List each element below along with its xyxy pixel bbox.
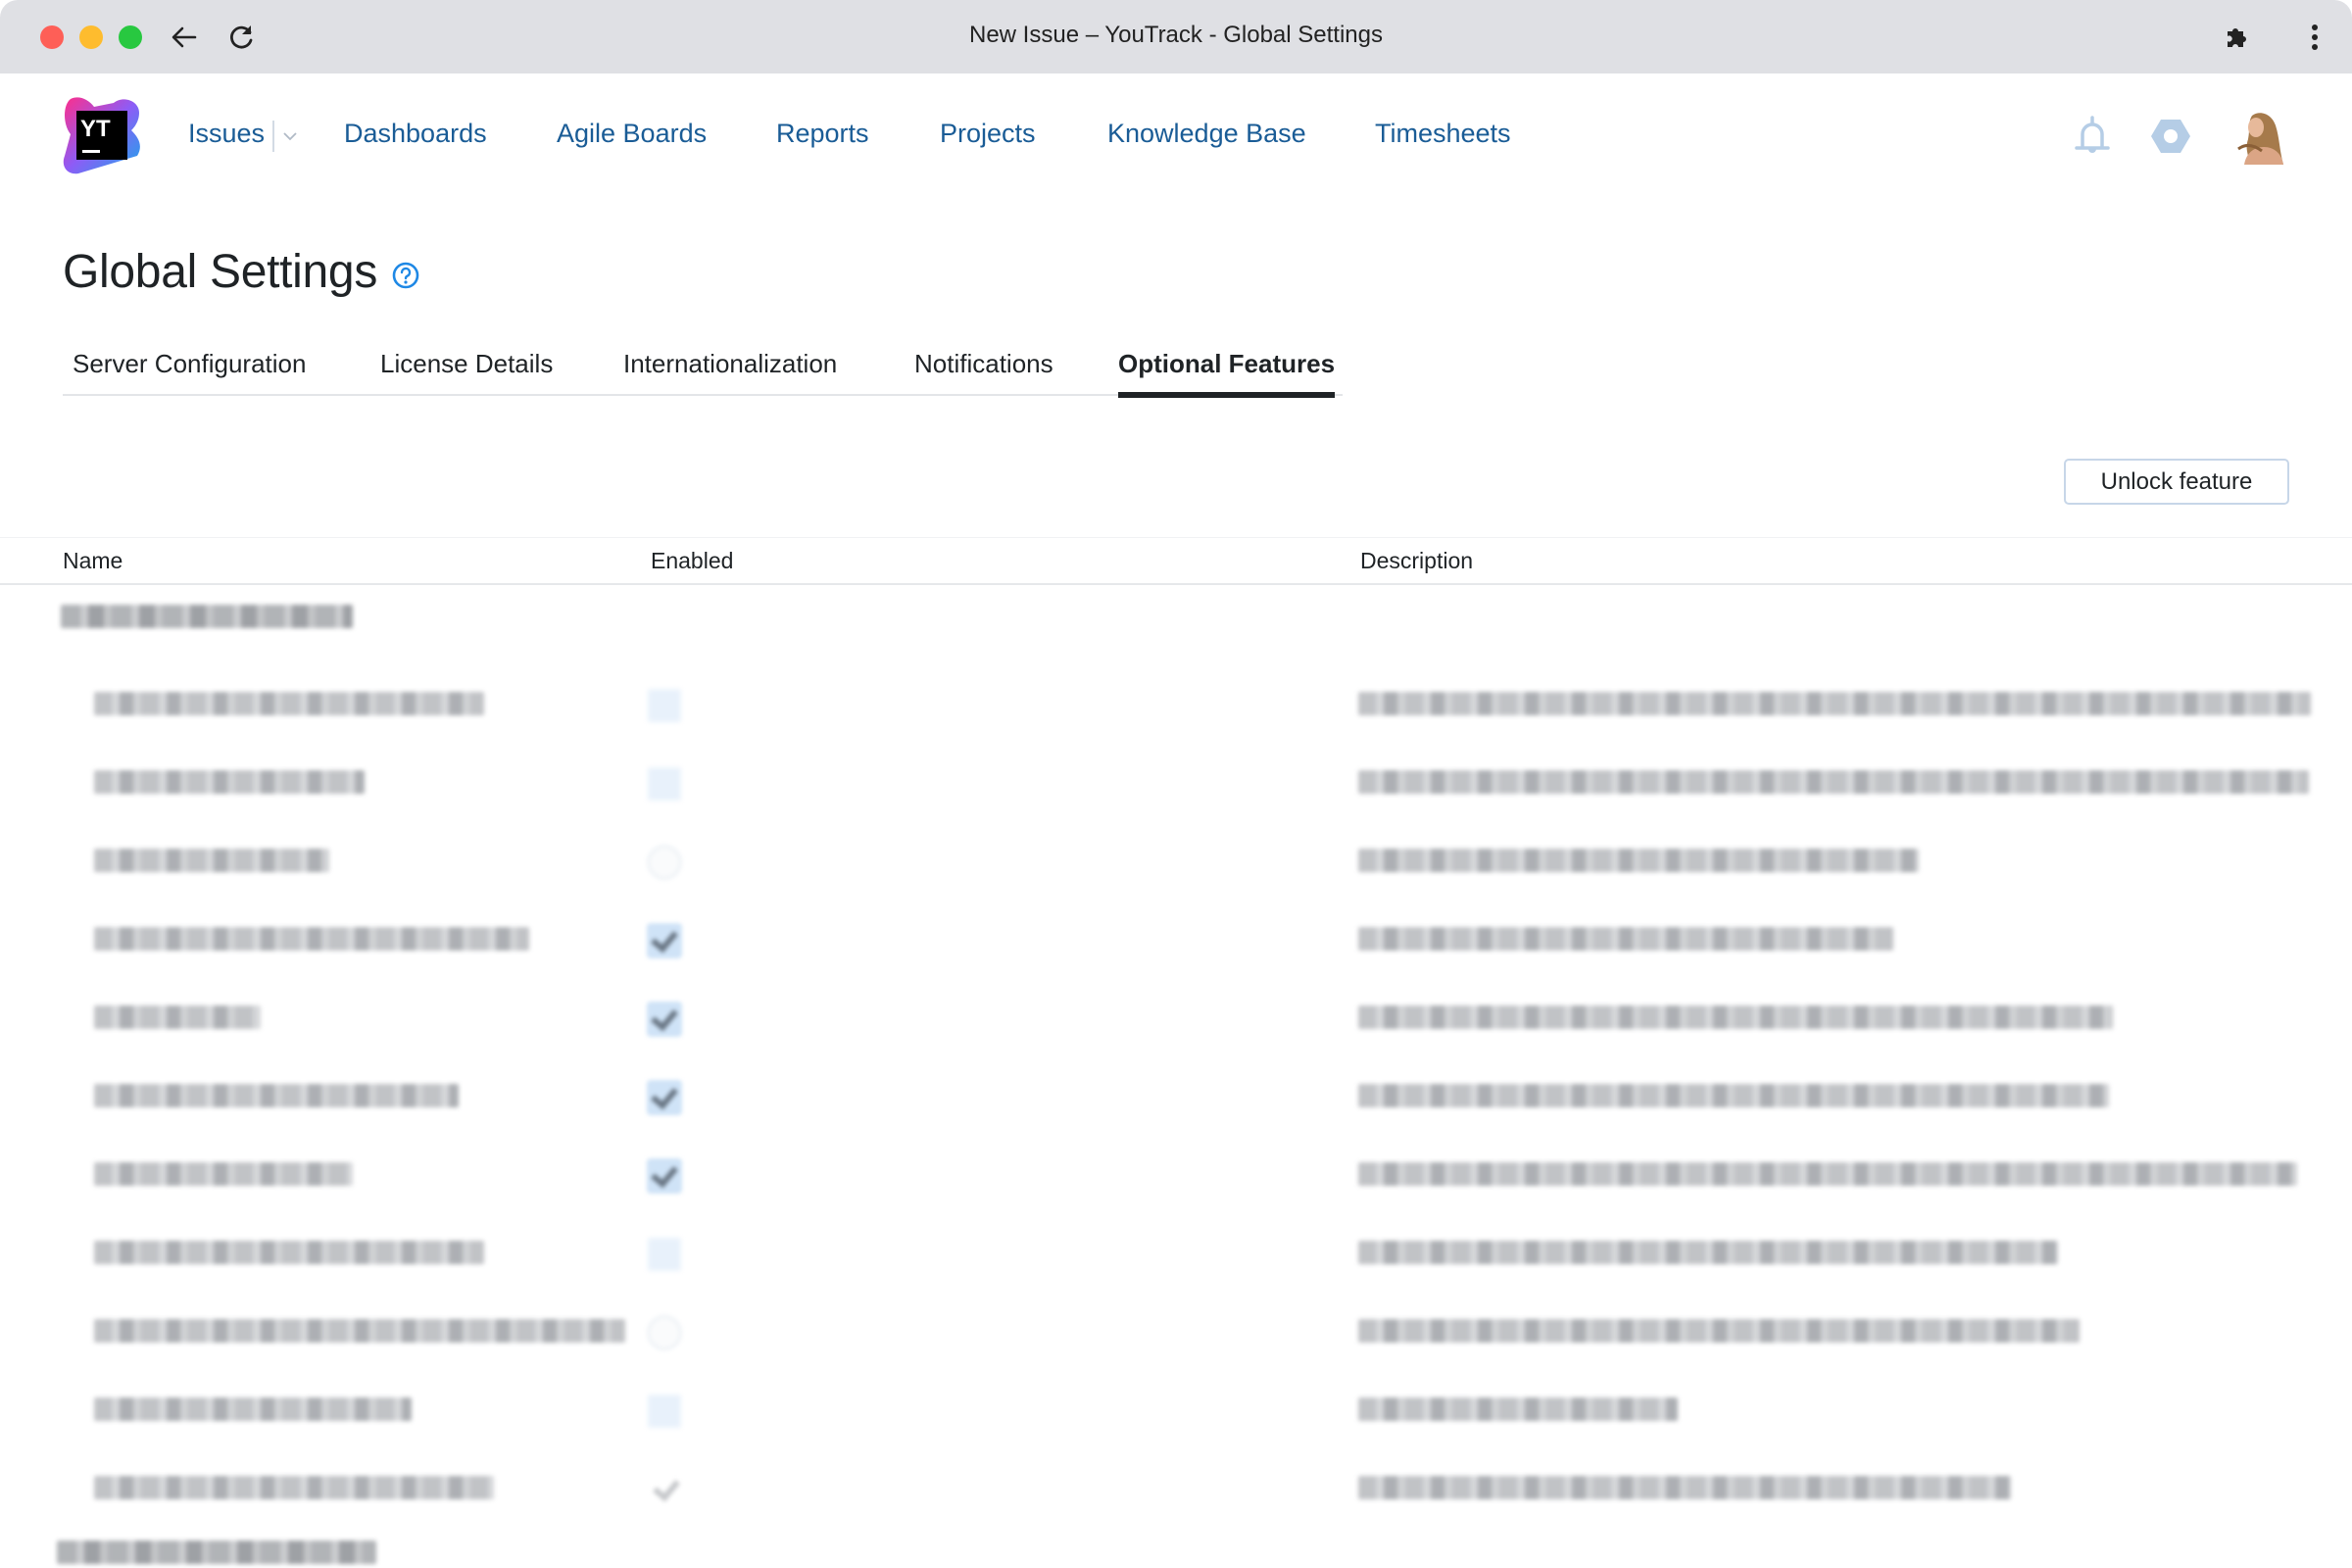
top-navigation: YT Issues Dashboards Agile Boards Report… [0,74,2352,196]
column-header-description[interactable]: Description [1360,548,1473,574]
feature-description [1358,849,1919,872]
feature-name [94,1005,261,1029]
feature-name [94,1319,625,1343]
enabled-checkbox[interactable] [647,1002,682,1037]
tab-internationalization[interactable]: Internationalization [623,349,837,398]
feature-description [1358,770,2309,794]
browser-titlebar: New Issue – YouTrack - Global Settings [0,0,2352,74]
feature-row[interactable] [0,1058,2352,1137]
unlock-feature-button[interactable]: Unlock feature [2064,459,2289,505]
tab-notifications[interactable]: Notifications [914,349,1054,398]
feature-row[interactable] [0,1450,2352,1529]
feature-description [1358,1162,2297,1186]
nav-agile-boards[interactable]: Agile Boards [557,119,707,149]
column-header-name[interactable]: Name [63,548,122,574]
enabled-checkbox[interactable] [647,1472,682,1507]
feature-row[interactable] [0,823,2352,902]
feature-name [94,692,484,715]
feature-row[interactable] [0,666,2352,745]
user-avatar[interactable] [2230,106,2289,165]
page-title: Global Settings [63,246,378,298]
nav-divider [272,121,274,152]
admin-gear-icon [2151,120,2190,153]
nav-issues[interactable]: Issues [188,119,265,149]
table-header: Name Enabled Description [0,538,2352,585]
feature-description [1358,927,1893,951]
question-circle-icon [392,262,419,288]
feature-name [94,1162,353,1186]
enabled-checkbox[interactable] [647,845,682,880]
nav-timesheets[interactable]: Timesheets [1375,119,1511,149]
feature-row[interactable] [0,1294,2352,1372]
enabled-checkbox[interactable] [647,766,682,802]
feature-description [1358,1397,1678,1421]
feature-description [1358,692,2311,715]
chevron-down-icon [283,132,297,141]
administration-button[interactable] [2149,115,2192,158]
enabled-checkbox[interactable] [647,1237,682,1272]
feature-description [1358,1319,2080,1343]
enabled-checkbox[interactable] [647,1394,682,1429]
enabled-checkbox[interactable] [647,1315,682,1350]
group-header [61,605,353,628]
issues-dropdown-toggle[interactable] [280,126,300,146]
enabled-checkbox[interactable] [647,1080,682,1115]
feature-row[interactable] [0,1137,2352,1215]
feature-name [94,1241,484,1264]
feature-name [94,849,329,872]
nav-reports[interactable]: Reports [776,119,869,149]
feature-row[interactable] [0,902,2352,980]
enabled-checkbox[interactable] [647,688,682,723]
feature-description [1358,1241,2058,1264]
extensions-button[interactable] [2217,18,2256,57]
puzzle-icon [2228,28,2246,47]
browser-menu-button[interactable] [2295,18,2334,57]
tab-server-configuration[interactable]: Server Configuration [73,349,306,398]
help-button[interactable] [391,261,420,290]
feature-row[interactable] [0,1372,2352,1450]
tab-optional-features[interactable]: Optional Features [1118,349,1336,398]
enabled-checkbox[interactable] [647,1158,682,1194]
youtrack-logo-icon: YT [63,97,140,174]
page-header: Global Settings [63,245,420,299]
feature-description [1358,1005,2113,1029]
feature-name [94,927,529,951]
feature-name [94,1084,459,1107]
feature-name [94,1476,494,1499]
settings-tabs: Server Configuration License Details Int… [63,333,1343,398]
feature-name [94,770,365,794]
group-header [57,1541,376,1564]
feature-row[interactable] [0,980,2352,1058]
nav-dashboards[interactable]: Dashboards [344,119,487,149]
bell-icon [2075,116,2110,153]
feature-row[interactable] [0,1215,2352,1294]
feature-name [94,1397,412,1421]
svg-text:YT: YT [80,116,111,142]
youtrack-logo[interactable]: YT [61,95,143,175]
nav-projects[interactable]: Projects [940,119,1036,149]
window-title: New Issue – YouTrack - Global Settings [969,22,1383,48]
avatar-image [2230,106,2289,165]
kebab-menu-icon [2312,24,2318,50]
notifications-button[interactable] [2071,115,2114,158]
nav-knowledge-base[interactable]: Knowledge Base [1107,119,1306,149]
tab-license-details[interactable]: License Details [380,349,553,398]
feature-description [1358,1476,2011,1499]
feature-description [1358,1084,2109,1107]
column-header-enabled[interactable]: Enabled [651,548,733,574]
enabled-checkbox[interactable] [647,923,682,958]
feature-row[interactable] [0,745,2352,823]
